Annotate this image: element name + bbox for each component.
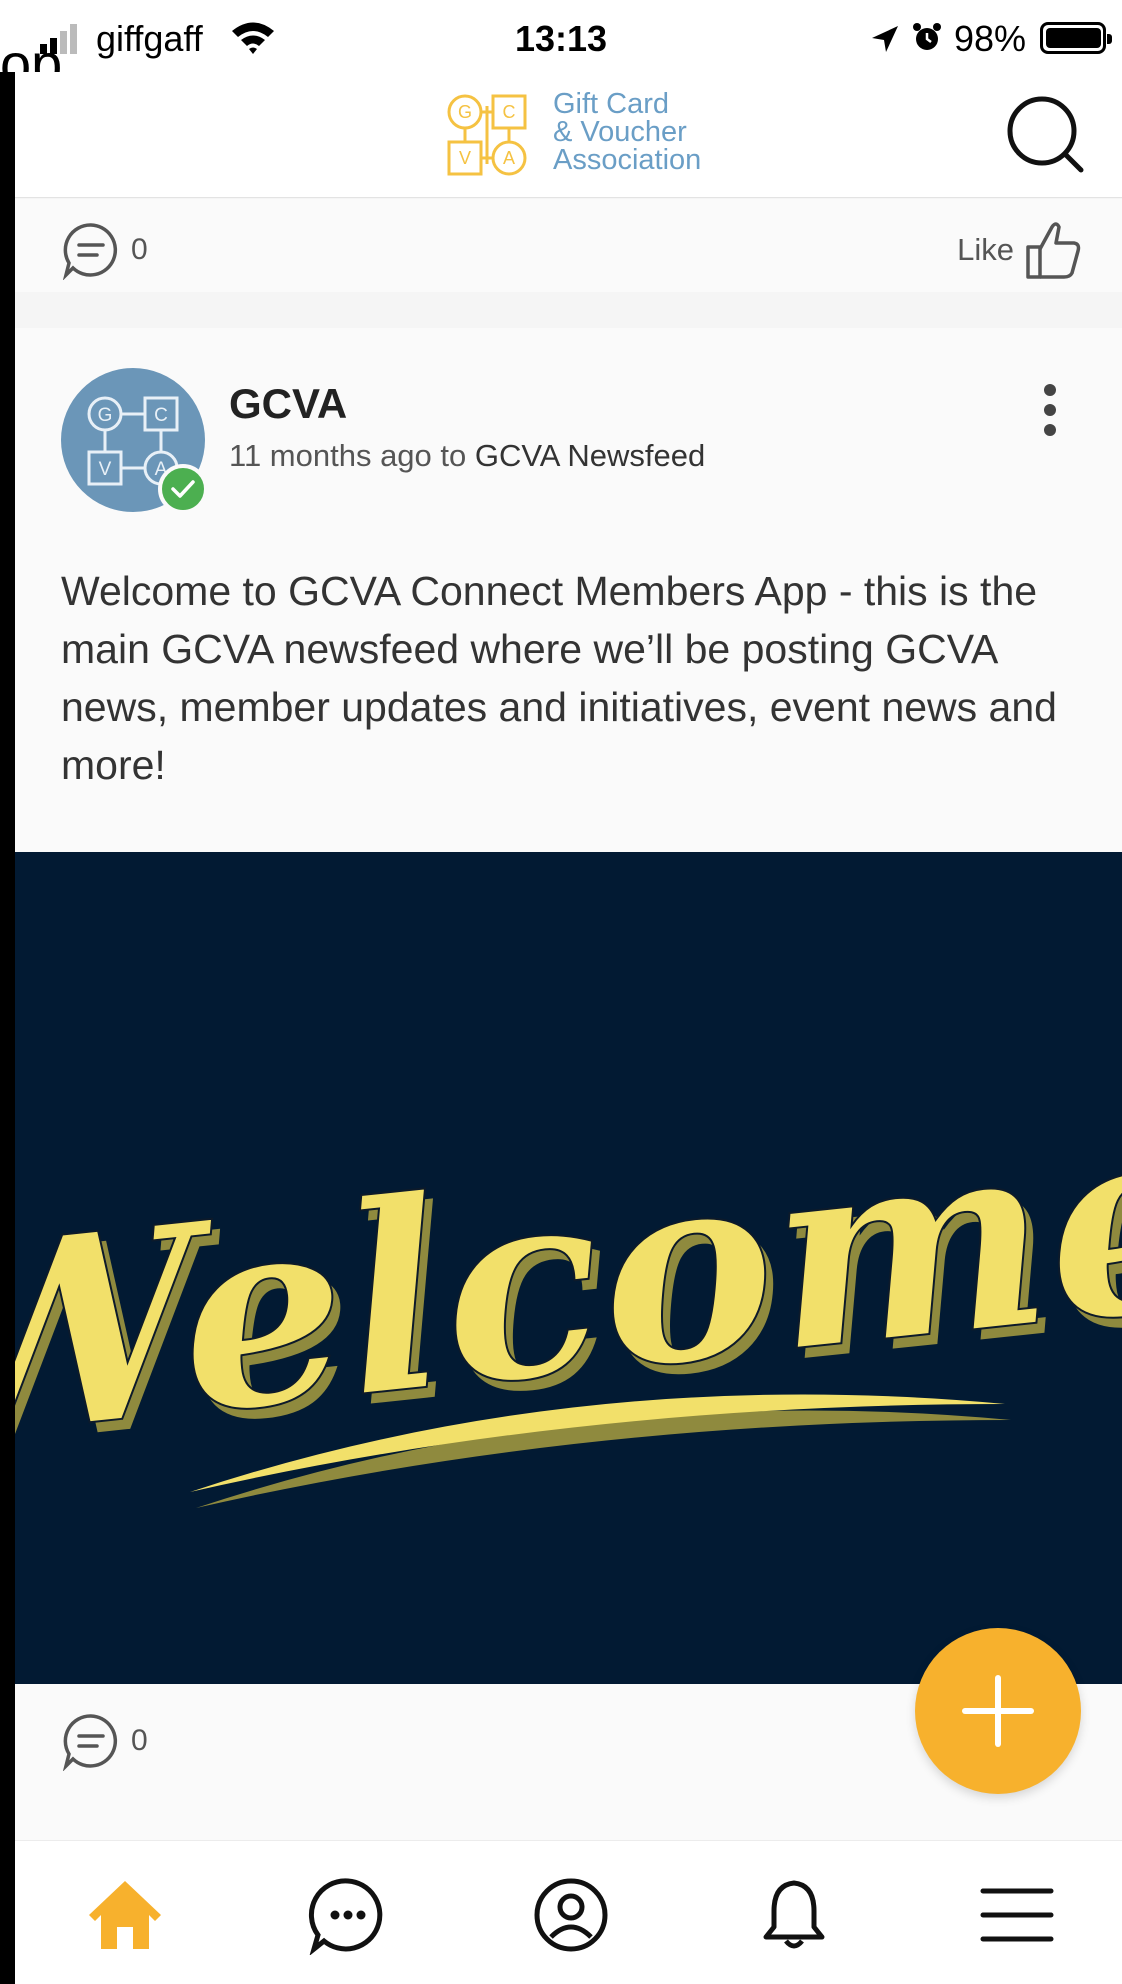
profile-icon[interactable] [531, 1875, 611, 1955]
post-body-text: Welcome to GCVA Connect Members App - th… [61, 568, 1057, 788]
create-post-button[interactable] [915, 1628, 1081, 1794]
search-icon[interactable] [1005, 94, 1087, 176]
location-arrow-icon [872, 26, 898, 52]
battery-icon [1040, 22, 1112, 54]
like-label: Like [957, 232, 1014, 267]
status-bar: op giffgaff 13:13 98% [0, 0, 1122, 92]
comment-count: 0 [131, 1724, 148, 1757]
previous-post-footer: 0 Like [15, 199, 1122, 292]
phone-screen: op giffgaff 13:13 98% G C V A Gift Card … [0, 0, 1122, 1984]
logo-letter: V [459, 148, 471, 168]
logo-line: & Voucher [553, 116, 687, 148]
avatar-letter: V [99, 459, 112, 480]
welcome-graphic: Welcome Welcome [15, 1061, 1122, 1512]
comment-icon [62, 1714, 118, 1771]
bottom-nav [15, 1840, 1122, 1984]
app-header: G C V A Gift Card & Voucher Association [15, 72, 1122, 198]
thumbs-up-icon [1026, 222, 1081, 279]
post-meta: 11 months ago to GCVA Newsfeed [229, 438, 705, 474]
logo-letter: A [503, 148, 515, 168]
chat-icon[interactable] [308, 1875, 388, 1955]
avatar-letter: C [154, 405, 168, 426]
logo-mark-icon: G C V A [447, 94, 527, 176]
alarm-icon [913, 23, 941, 50]
comment-button[interactable]: 0 [61, 219, 171, 281]
post-card: G C V A GCVA 11 months ago to GCVA Newsf… [15, 328, 1122, 852]
post-destination-link[interactable]: GCVA Newsfeed [475, 438, 705, 473]
home-icon[interactable] [85, 1875, 165, 1955]
post-image[interactable]: Welcome Welcome [15, 852, 1122, 1684]
plus-icon [962, 1675, 1034, 1747]
avatar-letter: G [98, 405, 113, 426]
bell-icon[interactable] [754, 1875, 834, 1955]
logo-wordmark: Gift Card & Voucher Association [553, 88, 702, 176]
battery-fill [1046, 28, 1101, 48]
comment-button[interactable]: 0 [61, 1710, 171, 1772]
comment-count: 0 [131, 233, 148, 266]
verified-badge [158, 464, 208, 514]
logo-letter: G [458, 102, 472, 122]
like-button[interactable]: Like [902, 219, 1082, 281]
logo-line: Association [553, 144, 702, 176]
post-author[interactable]: GCVA [229, 380, 347, 428]
gcva-logo[interactable]: G C V A Gift Card & Voucher Association [443, 88, 723, 180]
logo-letter: C [503, 102, 516, 122]
more-options-icon[interactable] [1035, 380, 1065, 440]
post-time: 11 months ago to [229, 438, 467, 473]
logo-line: Gift Card [553, 88, 670, 120]
menu-icon[interactable] [977, 1875, 1057, 1955]
check-icon [171, 480, 195, 498]
battery-percent: 98% [954, 18, 1027, 59]
comment-icon [62, 223, 118, 280]
